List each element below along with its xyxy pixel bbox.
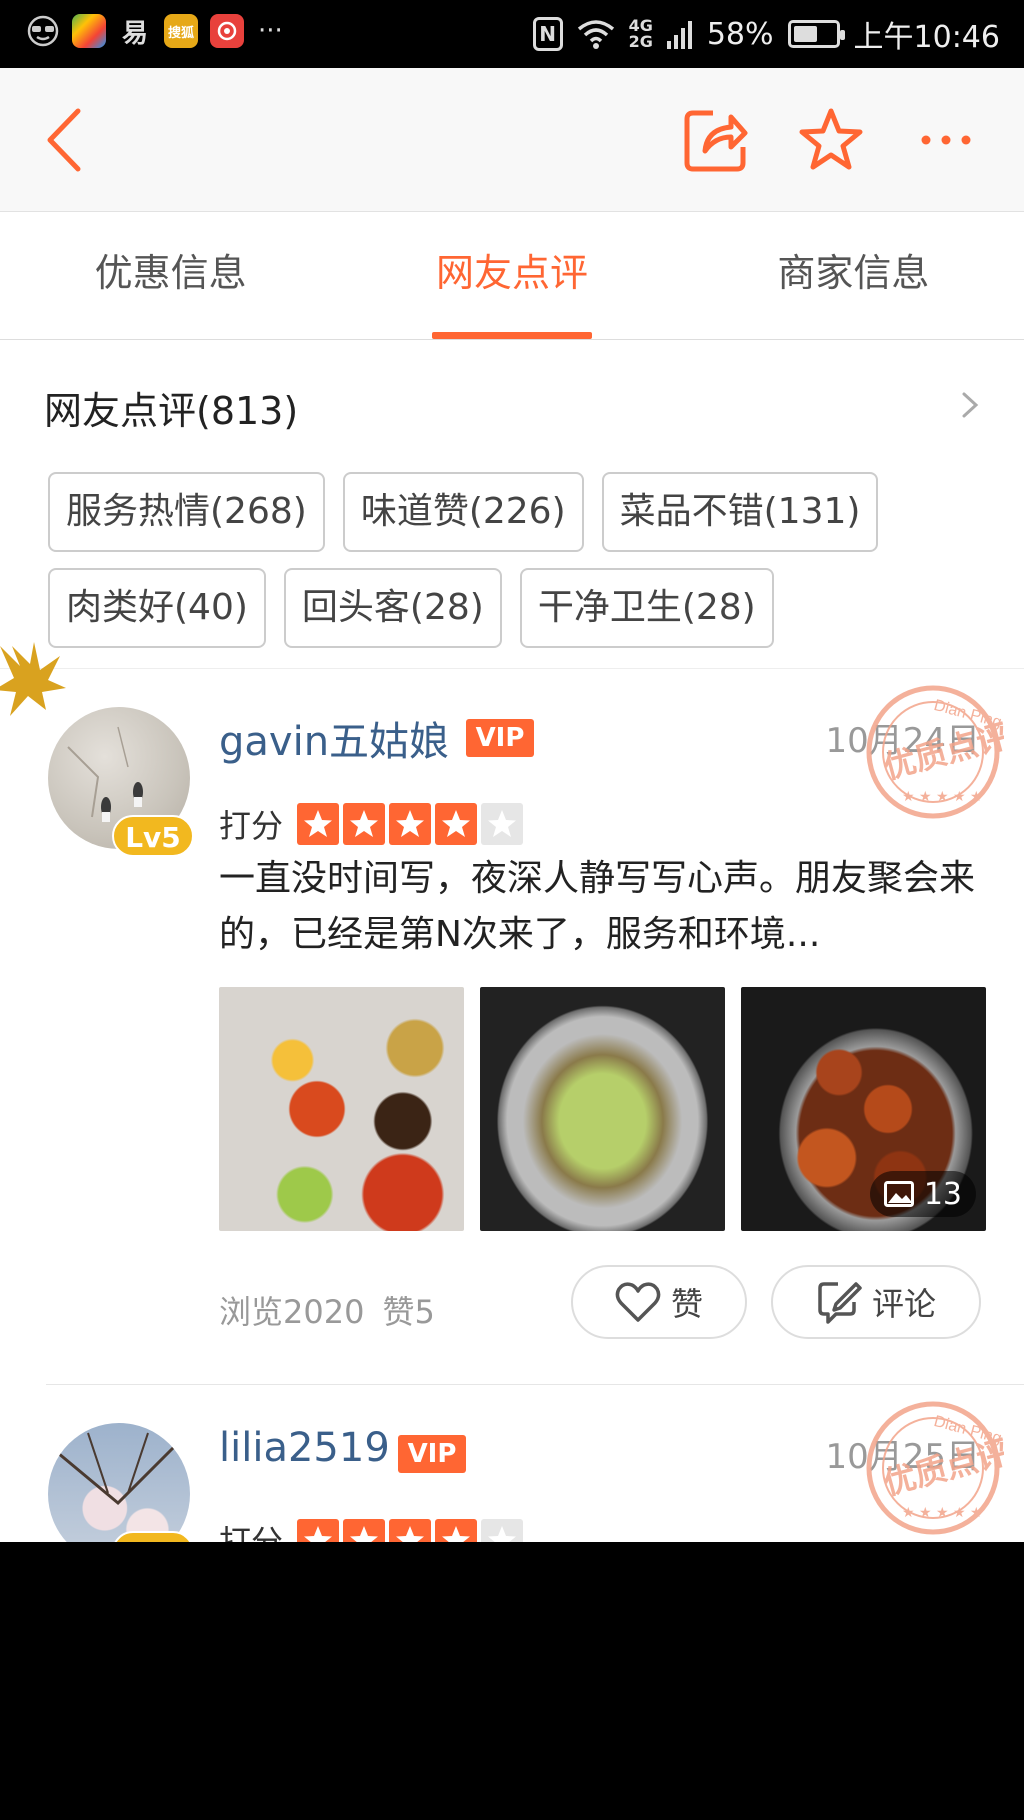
status-bar: 易 搜狐 ··· N 4G 2G 58% 上午10:46 [0,0,1024,68]
star-filled-icon [435,1519,478,1542]
reviews-section-title: 网友点评(813) [44,389,299,433]
bottom-blank-area [0,1542,1024,1820]
star-filled-icon [343,1519,386,1542]
review-username[interactable]: lilia2519 [219,1425,390,1471]
clock: 上午10:46 [853,20,1000,55]
star-filled-icon [343,803,386,845]
review-username[interactable]: gavin五姑娘 [219,709,449,767]
svg-text:优质点评: 优质点评 [880,717,1004,787]
review-text[interactable]: 一直没时间写，夜深人静写写心声。朋友聚会来的，已经是第N次来了，服务和环境... [219,851,999,963]
tag-chip[interactable]: 服务热情(268) [48,472,325,552]
comment-button[interactable]: 评论 [771,1265,981,1339]
rating-row: 打分 [219,801,524,847]
rating-row: 打分 [219,1517,524,1542]
share-icon[interactable] [680,104,752,176]
review-photo[interactable] [219,987,464,1231]
photo-count-badge: 13 [869,1171,976,1217]
wifi-icon [577,20,614,49]
battery-icon [787,20,845,48]
review-photos: 13 [219,987,986,1231]
back-icon[interactable] [28,104,100,176]
quality-review-stamp-icon: Dian Ping 优质点评 ★ ★ ★ ★ ★ [866,1401,1004,1535]
star-filled-icon [435,803,478,845]
chevron-right-icon [962,392,979,418]
review-card[interactable]: Lv5 gavin五姑娘 VIP 10月24日 Dian Ping 优质点评 ★… [46,669,1024,1385]
favorite-star-icon[interactable] [795,104,867,176]
system-status: N 4G 2G 58% 上午10:46 [532,12,1000,56]
tab-reviews[interactable]: 网友点评 [341,212,682,339]
review-card[interactable]: lilia2519 VIP 10月25日 Dian Ping 优质点评 ★ ★ … [46,1385,1024,1542]
nfc-icon: N [532,17,563,51]
maple-leaf-icon [0,642,66,716]
review-photo[interactable] [480,987,725,1231]
level-badge: Lv5 [112,815,194,857]
tag-chip[interactable]: 肉类好(40) [48,568,266,648]
more-menu-icon[interactable] [910,104,982,176]
star-filled-icon [297,1519,340,1542]
battery-percent: 58% [706,16,774,52]
rating-stars [297,1519,524,1542]
photo-count: 13 [923,1176,962,1212]
yi-app-icon: 易 [121,18,148,49]
star-empty-icon [481,803,524,845]
tab-bar: 优惠信息 网友点评 商家信息 [0,212,1024,340]
like-button-label: 赞 [670,1285,703,1323]
navbar [0,68,1024,212]
tab-offers[interactable]: 优惠信息 [0,212,341,339]
comment-button-label: 评论 [871,1285,936,1323]
image-icon [883,1181,914,1207]
vip-badge: VIP [398,1435,466,1473]
rating-stars [297,803,524,845]
avatar[interactable] [48,1423,190,1542]
tag-chip[interactable]: 味道赞(226) [342,472,584,552]
star-filled-icon [389,803,432,845]
star-filled-icon [389,1519,432,1542]
level-badge [112,1531,194,1542]
rating-label: 打分 [219,807,284,845]
tag-chip[interactable]: 菜品不错(131) [601,472,879,552]
network-label: 4G 2G [628,16,653,51]
svg-text:★ ★ ★ ★ ★: ★ ★ ★ ★ ★ [902,1505,983,1521]
sohu-app-icon: 搜狐 [164,14,198,48]
quality-review-stamp-icon: Dian Ping 优质点评 ★ ★ ★ ★ ★ [866,685,1004,819]
tag-chip[interactable]: 回头客(28) [283,568,502,648]
app-content: 优惠信息 网友点评 商家信息 网友点评(813) 服务热情(268) 味道赞(2… [0,68,1024,1542]
more-notifications-icon: ··· [258,16,283,46]
vip-badge: VIP [466,719,534,757]
edit-comment-icon [818,1282,862,1324]
like-count: 赞5 [382,1293,435,1331]
review-stats: 浏览2020 赞5 [219,1287,435,1333]
review-photo[interactable]: 13 [741,987,986,1231]
tag-chip[interactable]: 干净卫生(28) [519,568,774,648]
star-filled-icon [297,803,340,845]
notification-icons: 易 搜狐 ··· [26,14,283,49]
review-tags: 服务热情(268) 味道赞(226) 菜品不错(131) 肉类好(40) 回头客… [0,472,960,648]
reviews-section-header[interactable]: 网友点评(813) [0,340,1024,472]
view-count: 浏览2020 [219,1293,365,1331]
tab-merchant-info[interactable]: 商家信息 [683,212,1024,339]
svg-text:★ ★ ★ ★ ★: ★ ★ ★ ★ ★ [902,789,983,805]
svg-text:优质点评: 优质点评 [880,1433,1004,1503]
rating-label: 打分 [219,1523,284,1542]
weibo-app-icon [210,14,244,48]
star-empty-icon [481,1519,524,1542]
maps-app-icon [72,14,106,48]
signal-icon [666,21,692,49]
glasses-app-icon [26,14,60,48]
like-button[interactable]: 赞 [571,1265,747,1339]
heart-icon [615,1282,661,1322]
